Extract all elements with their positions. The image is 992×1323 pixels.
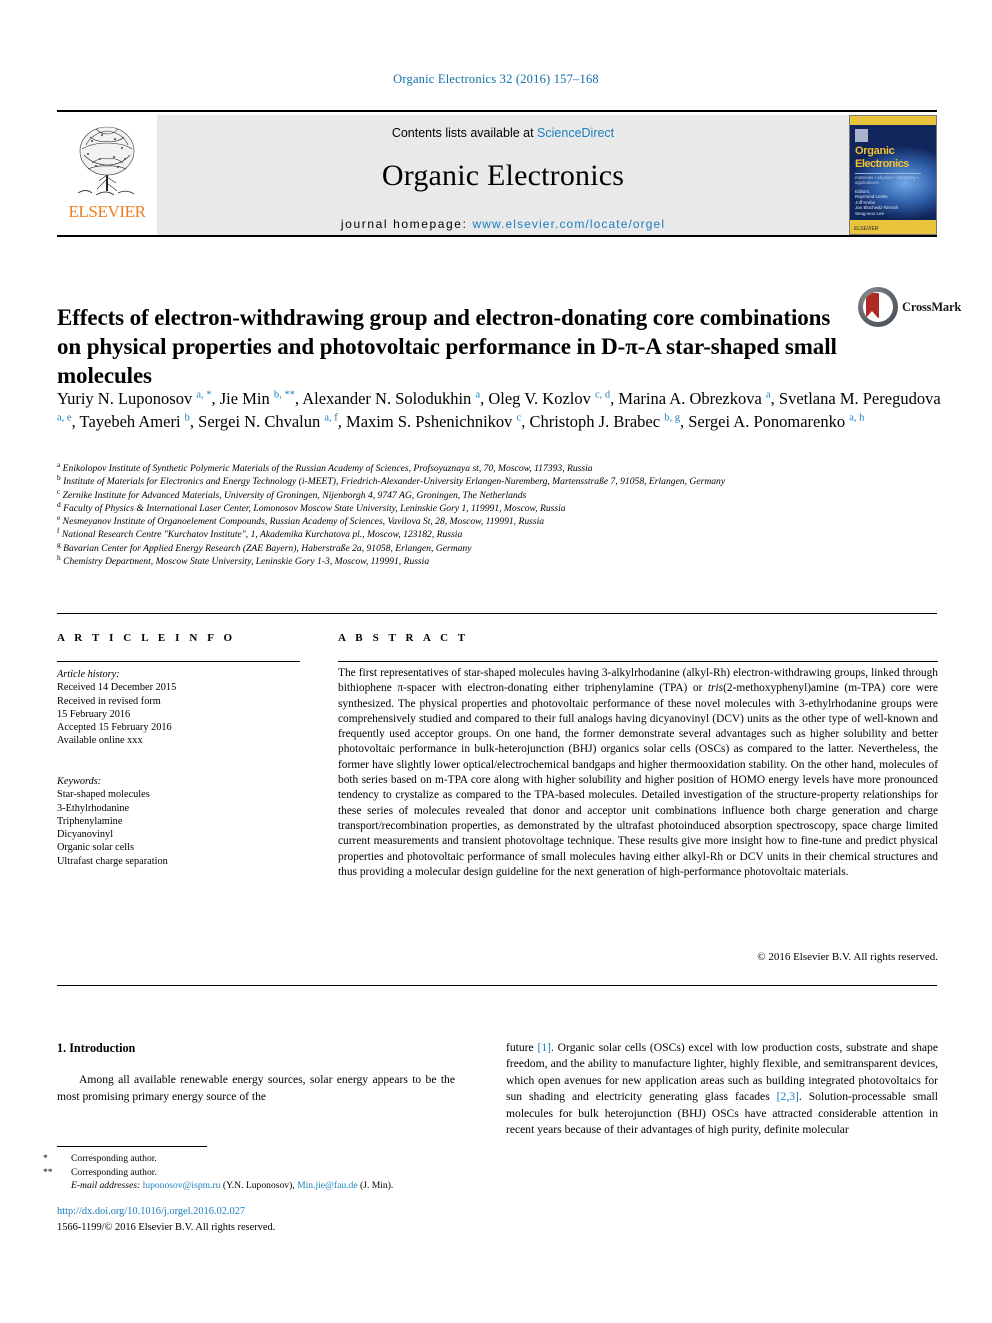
article-info-heading: A R T I C L E I N F O — [57, 632, 236, 644]
body-column-right: future [1]. Organic solar cells (OSCs) e… — [506, 1040, 938, 1138]
email-owner-1: (Y.N. Luponosov), — [222, 1180, 295, 1191]
cover-title-line2: Electronics — [855, 158, 909, 170]
article-history-line: Available online xxx — [57, 735, 143, 747]
keyword-item: Ultrafast charge separation — [57, 855, 168, 867]
masthead-center: Contents lists available at ScienceDirec… — [157, 115, 849, 235]
article-history-line: Accepted 15 February 2016 — [57, 722, 172, 734]
journal-masthead: ELSEVIER Contents lists available at Sci… — [57, 110, 937, 237]
crossmark-icon — [858, 287, 898, 327]
article-history-line: 15 February 2016 — [57, 708, 131, 720]
cover-title-line1: Organic — [855, 145, 895, 157]
asterisk-double-icon: ** — [43, 1166, 53, 1178]
keyword-item: Dicyanovinyl — [57, 829, 114, 841]
abstract-text: The first representatives of star-shaped… — [338, 667, 938, 878]
elsevier-tree-icon — [77, 126, 135, 196]
affiliation-text: Zernike Institute for Advanced Materials… — [60, 489, 527, 501]
footnote-rule — [57, 1146, 207, 1147]
article-history: Article history: Received 14 December 201… — [57, 668, 307, 748]
author-list: Yuriy N. Luponosov a, *, Jie Min b, **, … — [57, 389, 941, 431]
journal-title: Organic Electronics — [381, 159, 625, 192]
elsevier-wordmark: ELSEVIER — [68, 202, 146, 221]
email-link-min[interactable]: Min.jie@fau.de — [297, 1180, 358, 1191]
abstract-heading: A B S T R A C T — [338, 632, 469, 644]
elsevier-logo: ELSEVIER — [57, 115, 157, 235]
affiliation-g: g Bavarian Center for Applied Energy Res… — [57, 540, 942, 555]
homepage-url-link[interactable]: www.elsevier.com/locate/orgel — [472, 217, 665, 231]
affiliation-text: Enikolopov Institute of Synthetic Polyme… — [60, 463, 593, 474]
contents-line: Contents lists available at ScienceDirec… — [157, 115, 849, 140]
keyword-item: 3-Ethylrhodanine — [57, 802, 130, 814]
cover-publisher: ELSEVIER — [854, 226, 879, 232]
asterisk-single-icon: * — [43, 1153, 48, 1164]
footnote-corresponding-2-text: Corresponding author. — [71, 1166, 157, 1178]
email-addresses-label: E-mail addresses: — [71, 1180, 141, 1191]
page-title: Effects of electron-withdrawing group an… — [57, 305, 837, 389]
section-heading-introduction: 1. Introduction — [57, 1041, 136, 1055]
body-column-left: 1. Introduction Among all available rene… — [57, 1040, 455, 1105]
footnote-corresponding-2: ** Corresponding author. — [43, 1166, 477, 1180]
doi-link[interactable]: http://dx.doi.org/10.1016/j.orgel.2016.0… — [57, 1206, 245, 1217]
email-owner-2: (J. Min). — [360, 1180, 394, 1191]
affiliation-text: National Research Centre "Kurchatov Inst… — [59, 529, 463, 541]
affiliation-text: Faculty of Physics & International Laser… — [60, 502, 566, 514]
affiliation-c: c Zernike Institute for Advanced Materia… — [57, 487, 942, 502]
email-link-luponosov[interactable]: luponosov@ispm.ru — [143, 1180, 221, 1191]
issn-copyright-line: 1566-1199/© 2016 Elsevier B.V. All right… — [57, 1222, 276, 1233]
affiliation-b: b Institute of Materials for Electronics… — [57, 474, 942, 488]
footnotes-block: * Corresponding author. ** Corresponding a… — [43, 1152, 477, 1193]
affiliation-h: h Chemistry Department, Moscow State Uni… — [57, 554, 942, 568]
divider-bottom — [57, 985, 937, 986]
keyword-item: Triphenylamine — [57, 815, 123, 827]
affiliation-a: a Enikolopov Institute of Synthetic Poly… — [57, 461, 942, 475]
affiliation-text: Bavarian Center for Applied Energy Resea… — [60, 542, 472, 554]
article-history-line: Received in revised form — [57, 695, 161, 707]
crossmark-badge[interactable]: CrossMark — [858, 287, 961, 327]
affiliation-f: f National Research Centre "Kurchatov In… — [57, 527, 942, 541]
crossmark-label: CrossMark — [902, 300, 962, 314]
running-head: Organic Electronics 32 (2016) 157–168 — [393, 72, 599, 86]
journal-homepage-line: journal homepage: www.elsevier.com/locat… — [157, 217, 849, 231]
article-history-line: Received 14 December 2015 — [57, 682, 177, 694]
affiliation-text: Institute of Materials for Electronics a… — [60, 476, 726, 488]
keyword-item: Star-shaped molecules — [57, 789, 150, 801]
paper-page: Organic Electronics 32 (2016) 157–168 EL… — [0, 0, 992, 1323]
abstract-copyright: © 2016 Elsevier B.V. All rights reserved… — [757, 951, 938, 963]
article-info-rule — [57, 661, 300, 662]
affiliation-text: Nesmeyanov Institute of Organoelement Co… — [60, 516, 545, 528]
keywords-block: Keywords: Star-shaped molecules 3-Ethylrho… — [57, 775, 307, 868]
contents-prefix: Contents lists available at — [391, 126, 538, 140]
homepage-label: journal homepage: — [340, 217, 473, 231]
cover-subtitle: materials • physics • chemistry • applic… — [855, 175, 919, 185]
article-history-label: Article history: — [57, 669, 120, 680]
sciencedirect-link[interactable]: ScienceDirect — [537, 126, 614, 140]
intro-paragraph-right: future [1]. Organic solar cells (OSCs) e… — [506, 1041, 938, 1137]
footnote-corresponding-1-text: Corresponding author. — [71, 1153, 157, 1164]
abstract-rule — [338, 661, 938, 662]
affiliation-list: a Enikolopov Institute of Synthetic Poly… — [57, 461, 942, 568]
affiliation-e: e Nesmeyanov Institute of Organoelement … — [57, 514, 942, 528]
journal-cover-thumbnail: Organic Electronics materials • physics … — [849, 115, 937, 235]
affiliation-d: d Faculty of Physics & International Las… — [57, 501, 942, 515]
keyword-item: Organic solar cells — [57, 842, 135, 854]
keywords-label: Keywords: — [57, 776, 102, 787]
intro-paragraph-left: Among all available renewable energy sou… — [57, 1073, 455, 1103]
footnote-emails: E-mail addresses: luponosov@ispm.ru (Y.N… — [57, 1179, 477, 1193]
footnote-corresponding-1: * Corresponding author. — [43, 1152, 477, 1166]
affiliation-text: Chemistry Department, Moscow State Unive… — [60, 556, 430, 568]
divider-top — [57, 613, 937, 614]
cover-editors: Editors: Raymond Leeks Joff Krebs Jan Bl… — [855, 189, 899, 216]
